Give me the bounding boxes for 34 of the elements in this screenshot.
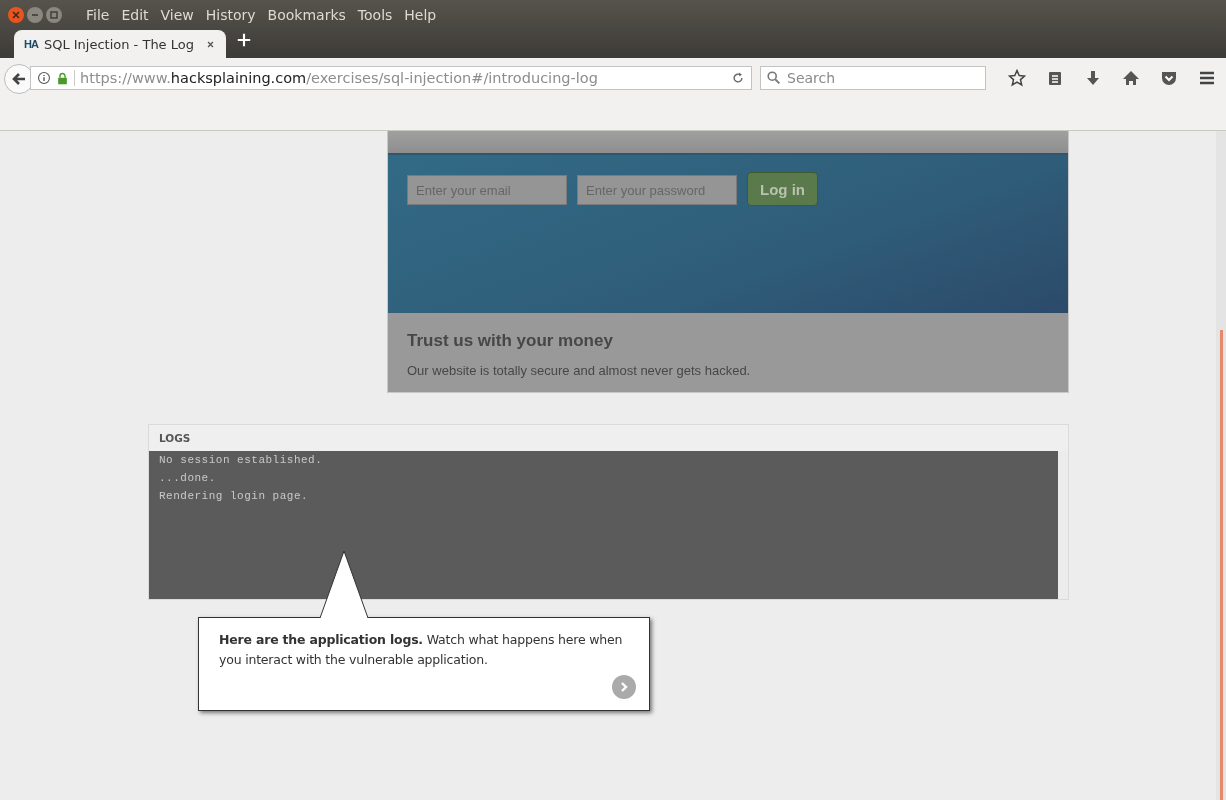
arrow-left-icon[interactable] xyxy=(11,71,27,87)
search-box[interactable]: Search xyxy=(760,66,986,90)
scrollbar-thumb[interactable] xyxy=(1220,330,1223,800)
menu-item[interactable]: Tools xyxy=(351,7,399,23)
browser-tab[interactable]: HA SQL Injection - The Log xyxy=(14,30,226,58)
section-heading: Trust us with your money xyxy=(407,331,614,351)
plus-icon[interactable] xyxy=(236,32,252,48)
favicon: HA xyxy=(24,38,38,50)
tab-title: SQL Injection - The Log xyxy=(43,36,195,52)
search-icon xyxy=(766,70,782,86)
log-line: Rendering login page. xyxy=(159,490,310,502)
minimize-icon[interactable] xyxy=(27,7,43,23)
menu-item[interactable]: Help xyxy=(398,7,443,23)
menu-item[interactable]: Bookmarks xyxy=(261,7,352,23)
lock-icon xyxy=(56,71,69,85)
download-icon[interactable] xyxy=(1084,69,1102,87)
menu-item[interactable]: History xyxy=(199,7,262,23)
close-icon[interactable] xyxy=(8,7,24,23)
logs-title: LOGS xyxy=(159,432,191,444)
info-icon[interactable] xyxy=(37,71,51,85)
menu-item[interactable]: File xyxy=(80,7,116,23)
reload-icon[interactable] xyxy=(731,71,745,85)
maximize-icon[interactable] xyxy=(46,7,62,23)
menu-item[interactable]: Edit xyxy=(115,7,155,23)
home-icon[interactable] xyxy=(1122,69,1140,87)
pocket-icon[interactable] xyxy=(1160,69,1178,87)
reading-list-icon[interactable] xyxy=(1046,69,1064,87)
menu-item[interactable]: View xyxy=(154,7,200,23)
log-line: No session established. xyxy=(159,454,324,466)
log-line: ...done. xyxy=(159,472,217,484)
menu-icon[interactable] xyxy=(1198,69,1216,87)
tooltip-text: Here are the application logs. Watch what happens here when you interact with the vulnerable application. xyxy=(219,632,623,667)
tagline: Our website is totally secure and almost never gets hacked. xyxy=(407,363,752,378)
star-icon[interactable] xyxy=(1008,69,1026,87)
